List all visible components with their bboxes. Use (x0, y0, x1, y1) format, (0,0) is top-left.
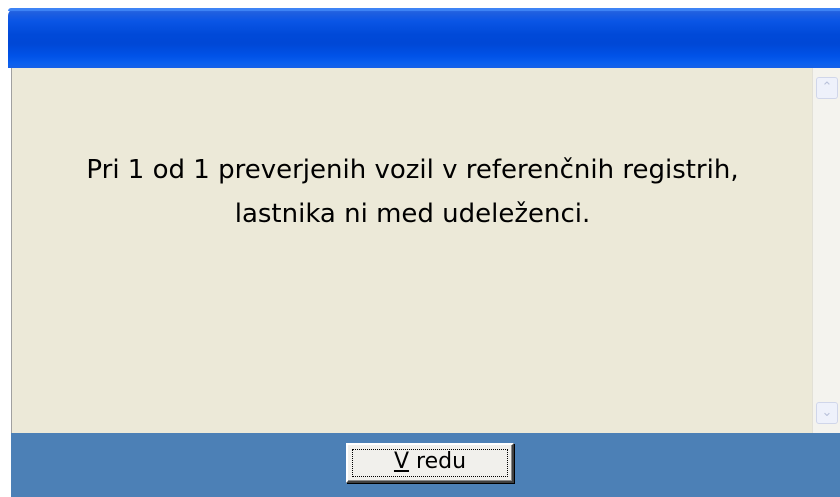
button-bar: V redu (11, 433, 840, 497)
focus-rectangle (352, 449, 508, 477)
message-line-2: lastnika ni med udeleženci. (234, 199, 591, 229)
title-bar[interactable] (8, 8, 840, 68)
vertical-scrollbar[interactable]: ⌃ ⌄ (812, 68, 840, 433)
message-line-1: Pri 1 od 1 preverjenih vozil v referenčn… (86, 155, 739, 185)
message-text: Pri 1 od 1 preverjenih vozil v referenčn… (12, 148, 813, 236)
message-area: Pri 1 od 1 preverjenih vozil v referenčn… (11, 68, 813, 433)
ok-button[interactable]: V redu (346, 443, 514, 483)
scroll-up-arrow-icon[interactable]: ⌃ (816, 77, 838, 99)
scroll-down-arrow-icon[interactable]: ⌄ (816, 402, 838, 424)
message-dialog: Pri 1 od 1 preverjenih vozil v referenčn… (0, 0, 840, 497)
